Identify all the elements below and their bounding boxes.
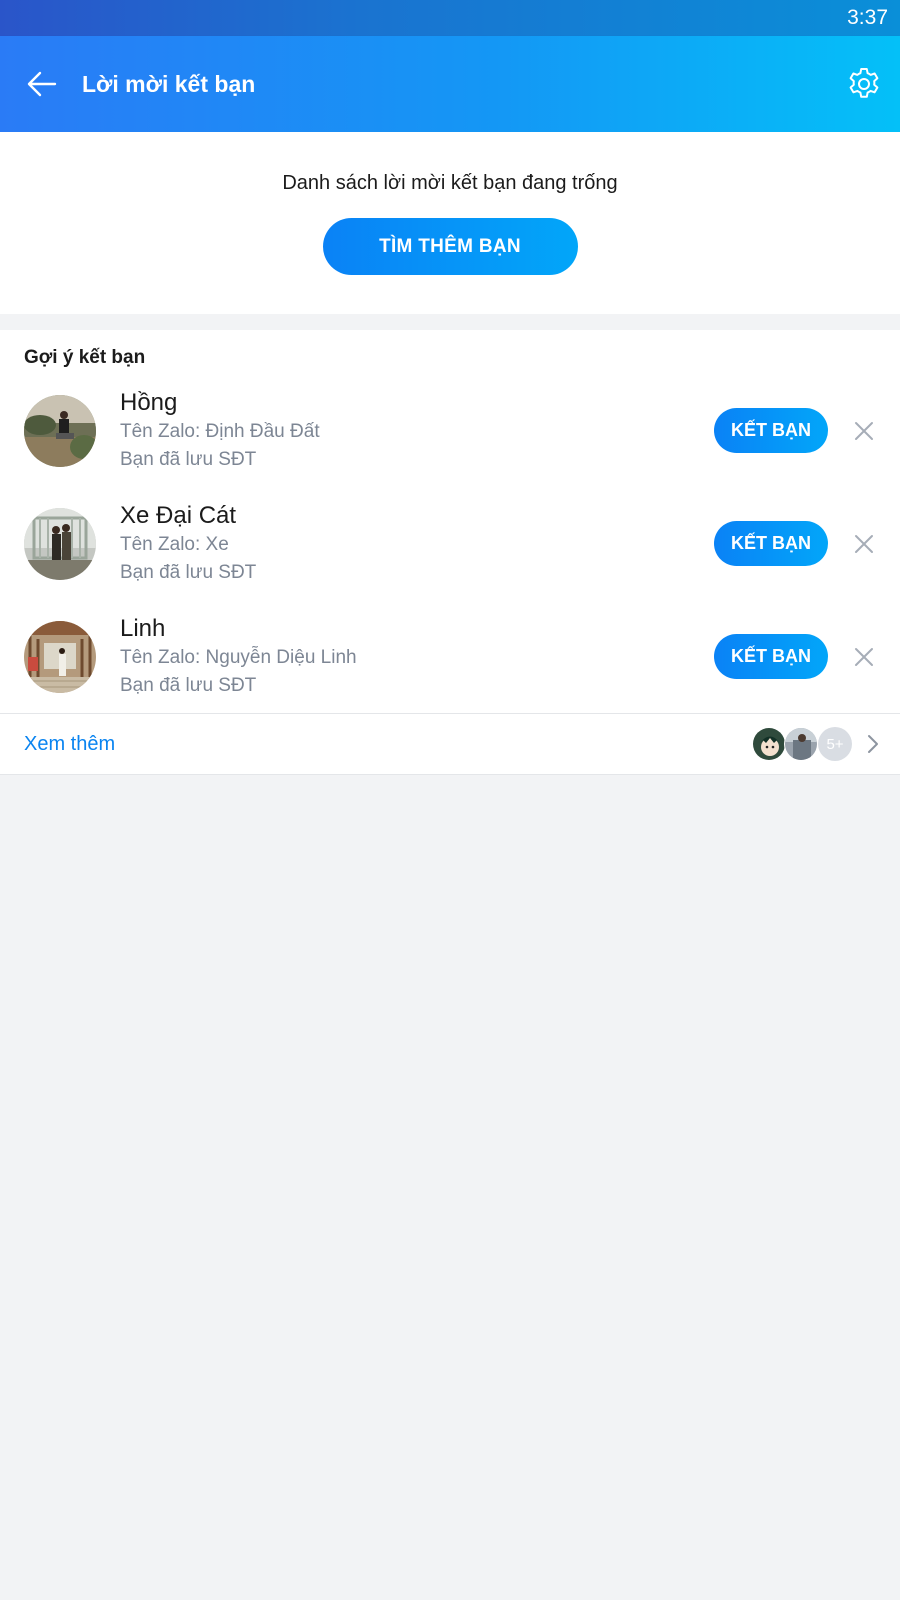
settings-button[interactable] (844, 64, 884, 104)
empty-requests-section: Danh sách lời mời kết bạn đang trống TÌM… (0, 132, 900, 314)
suggestion-info: Linh Tên Zalo: Nguyễn Diệu Linh Bạn đã l… (120, 614, 714, 700)
avatar[interactable] (24, 394, 96, 467)
suggestion-zalo-name: Tên Zalo: Nguyễn Diệu Linh (120, 646, 357, 668)
dismiss-suggestion-button[interactable] (844, 411, 884, 451)
status-bar: 3:37 (0, 0, 900, 36)
avatar (784, 727, 818, 761)
avatar-photo (24, 507, 96, 580)
suggestion-name: Hồng (120, 388, 178, 416)
gear-icon (849, 68, 879, 98)
suggestion-zalo-name: Tên Zalo: Định Đầu Đất (120, 420, 320, 442)
suggestion-name: Linh (120, 614, 166, 642)
suggestion-row[interactable]: Linh Tên Zalo: Nguyễn Diệu Linh Bạn đã l… (0, 600, 900, 713)
close-icon (855, 421, 873, 440)
add-friend-button[interactable]: KẾT BẠN (714, 408, 828, 453)
app-bar: Lời mời kết bạn (0, 36, 900, 132)
preview-avatars: 5+ (752, 727, 852, 761)
empty-message: Danh sách lời mời kết bạn đang trống (282, 172, 618, 194)
back-button[interactable] (24, 66, 60, 102)
suggestion-zalo-name: Tên Zalo: Xe (120, 533, 229, 555)
find-friends-button[interactable]: TÌM THÊM BẠN (322, 218, 578, 275)
suggestion-note: Bạn đã lưu SĐT (120, 561, 257, 583)
close-icon (855, 534, 873, 553)
dismiss-suggestion-button[interactable] (844, 524, 884, 564)
page-title: Lời mời kết bạn (82, 70, 256, 97)
see-more-link[interactable]: Xem thêm (24, 733, 754, 756)
suggestion-note: Bạn đã lưu SĐT (120, 674, 257, 696)
more-count-badge: 5+ (818, 727, 852, 761)
suggestion-note: Bạn đã lưu SĐT (120, 448, 257, 470)
chevron-right-icon (866, 733, 880, 755)
avatar-photo (24, 620, 96, 693)
suggestion-info: Hồng Tên Zalo: Định Đầu Đất Bạn đã lưu S… (120, 388, 714, 474)
avatar[interactable] (24, 620, 96, 693)
avatar (752, 727, 786, 761)
suggestions-title: Gợi ý kết bạn (24, 347, 146, 368)
suggestion-row[interactable]: Hồng Tên Zalo: Định Đầu Đất Bạn đã lưu S… (0, 374, 900, 487)
add-friend-button[interactable]: KẾT BẠN (714, 634, 828, 679)
avatar[interactable] (24, 507, 96, 580)
suggestion-info: Xe Đại Cát Tên Zalo: Xe Bạn đã lưu SĐT (120, 501, 714, 587)
avatar-photo (24, 394, 96, 467)
suggestions-section: Gợi ý kết bạn Hồng Tên Zalo: Định Đầu Đấ… (0, 330, 900, 775)
close-icon (855, 647, 873, 666)
suggestion-name: Xe Đại Cát (120, 501, 237, 529)
add-friend-button[interactable]: KẾT BẠN (714, 521, 828, 566)
see-more-row[interactable]: Xem thêm 5+ (0, 713, 900, 775)
status-time: 3:37 (847, 6, 888, 29)
back-arrow-icon (27, 71, 57, 97)
dismiss-suggestion-button[interactable] (844, 637, 884, 677)
suggestion-row[interactable]: Xe Đại Cát Tên Zalo: Xe Bạn đã lưu SĐT K… (0, 487, 900, 600)
